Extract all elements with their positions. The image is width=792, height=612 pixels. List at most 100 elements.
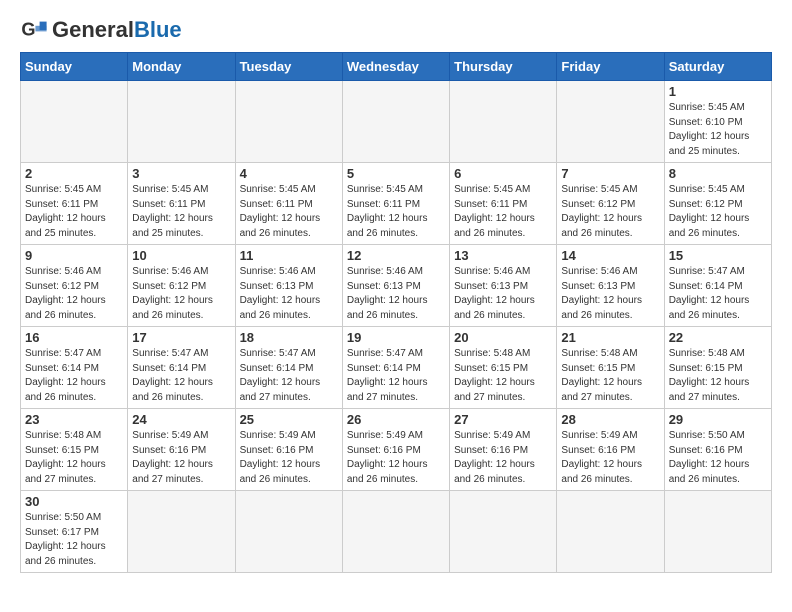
- calendar-cell: 24 Sunrise: 5:49 AM Sunset: 6:16 PM Dayli…: [128, 409, 235, 491]
- calendar-cell: [450, 491, 557, 573]
- day-info: Sunrise: 5:50 AM Sunset: 6:17 PM Dayligh…: [25, 511, 123, 569]
- calendar-cell: 30 Sunrise: 5:50 AM Sunset: 6:17 PM Dayli…: [21, 491, 128, 573]
- calendar-header-row: SundayMondayTuesdayWednesdayThursdayFrid…: [21, 53, 772, 81]
- day-info: Sunrise: 5:46 AM Sunset: 6:12 PM Dayligh…: [25, 265, 123, 323]
- calendar-cell: 12Sunrise: 5:46 AM Sunset: 6:13 PM Dayli…: [342, 245, 449, 327]
- weekday-header-wednesday: Wednesday: [342, 53, 449, 81]
- day-info: Sunrise: 5:49 AM Sunset: 6:16 PM Dayligh…: [561, 429, 659, 487]
- calendar-cell: 23 Sunrise: 5:48 AM Sunset: 6:15 PM Dayli…: [21, 409, 128, 491]
- day-number: 1: [669, 84, 767, 99]
- day-info: Sunrise: 5:45 AM Sunset: 6:11 PM Dayligh…: [25, 183, 123, 241]
- day-info: Sunrise: 5:50 AM Sunset: 6:16 PM Dayligh…: [669, 429, 767, 487]
- calendar-cell: 26 Sunrise: 5:49 AM Sunset: 6:16 PM Dayli…: [342, 409, 449, 491]
- calendar-cell: 3Sunrise: 5:45 AM Sunset: 6:11 PM Daylig…: [128, 163, 235, 245]
- day-number: 14: [561, 248, 659, 263]
- day-number: 27: [454, 412, 552, 427]
- day-number: 24: [132, 412, 230, 427]
- day-number: 3: [132, 166, 230, 181]
- calendar-cell: 17Sunrise: 5:47 AM Sunset: 6:14 PM Dayli…: [128, 327, 235, 409]
- day-info: Sunrise: 5:46 AM Sunset: 6:13 PM Dayligh…: [240, 265, 338, 323]
- calendar-week-row: 9 Sunrise: 5:46 AM Sunset: 6:12 PM Daylig…: [21, 245, 772, 327]
- calendar-cell: [21, 81, 128, 163]
- calendar-cell: 19 Sunrise: 5:47 AM Sunset: 6:14 PM Dayli…: [342, 327, 449, 409]
- logo: G GeneralBlue: [20, 16, 182, 44]
- calendar-cell: [128, 81, 235, 163]
- day-number: 22: [669, 330, 767, 345]
- day-info: Sunrise: 5:49 AM Sunset: 6:16 PM Dayligh…: [132, 429, 230, 487]
- day-number: 20: [454, 330, 552, 345]
- day-info: Sunrise: 5:49 AM Sunset: 6:16 PM Dayligh…: [347, 429, 445, 487]
- day-number: 12: [347, 248, 445, 263]
- day-number: 7: [561, 166, 659, 181]
- day-number: 15: [669, 248, 767, 263]
- calendar-cell: 18Sunrise: 5:47 AM Sunset: 6:14 PM Dayli…: [235, 327, 342, 409]
- weekday-header-tuesday: Tuesday: [235, 53, 342, 81]
- calendar-week-row: 16 Sunrise: 5:47 AM Sunset: 6:14 PM Dayli…: [21, 327, 772, 409]
- day-info: Sunrise: 5:47 AM Sunset: 6:14 PM Dayligh…: [347, 347, 445, 405]
- day-info: Sunrise: 5:47 AM Sunset: 6:14 PM Dayligh…: [25, 347, 123, 405]
- day-info: Sunrise: 5:45 AM Sunset: 6:12 PM Dayligh…: [669, 183, 767, 241]
- calendar-cell: 27Sunrise: 5:49 AM Sunset: 6:16 PM Dayli…: [450, 409, 557, 491]
- day-info: Sunrise: 5:47 AM Sunset: 6:14 PM Dayligh…: [669, 265, 767, 323]
- day-number: 16: [25, 330, 123, 345]
- calendar-cell: 10Sunrise: 5:46 AM Sunset: 6:12 PM Dayli…: [128, 245, 235, 327]
- weekday-header-sunday: Sunday: [21, 53, 128, 81]
- day-number: 19: [347, 330, 445, 345]
- day-info: Sunrise: 5:49 AM Sunset: 6:16 PM Dayligh…: [240, 429, 338, 487]
- calendar-cell: 9 Sunrise: 5:46 AM Sunset: 6:12 PM Daylig…: [21, 245, 128, 327]
- day-number: 28: [561, 412, 659, 427]
- calendar-cell: [235, 491, 342, 573]
- calendar-cell: 6 Sunrise: 5:45 AM Sunset: 6:11 PM Daylig…: [450, 163, 557, 245]
- calendar-cell: 22 Sunrise: 5:48 AM Sunset: 6:15 PM Dayli…: [664, 327, 771, 409]
- day-number: 25: [240, 412, 338, 427]
- weekday-header-friday: Friday: [557, 53, 664, 81]
- day-info: Sunrise: 5:48 AM Sunset: 6:15 PM Dayligh…: [454, 347, 552, 405]
- calendar-cell: 8 Sunrise: 5:45 AM Sunset: 6:12 PM Daylig…: [664, 163, 771, 245]
- day-number: 29: [669, 412, 767, 427]
- day-number: 23: [25, 412, 123, 427]
- day-number: 26: [347, 412, 445, 427]
- calendar-cell: [235, 81, 342, 163]
- weekday-header-monday: Monday: [128, 53, 235, 81]
- calendar-cell: 1 Sunrise: 5:45 AM Sunset: 6:10 PM Daylig…: [664, 81, 771, 163]
- calendar-week-row: 23 Sunrise: 5:48 AM Sunset: 6:15 PM Dayli…: [21, 409, 772, 491]
- calendar-cell: 11 Sunrise: 5:46 AM Sunset: 6:13 PM Dayli…: [235, 245, 342, 327]
- calendar-cell: [342, 491, 449, 573]
- day-number: 17: [132, 330, 230, 345]
- day-info: Sunrise: 5:48 AM Sunset: 6:15 PM Dayligh…: [25, 429, 123, 487]
- calendar-cell: [342, 81, 449, 163]
- day-number: 30: [25, 494, 123, 509]
- day-info: Sunrise: 5:48 AM Sunset: 6:15 PM Dayligh…: [669, 347, 767, 405]
- day-info: Sunrise: 5:45 AM Sunset: 6:10 PM Dayligh…: [669, 101, 767, 159]
- calendar-cell: [557, 81, 664, 163]
- day-number: 4: [240, 166, 338, 181]
- day-number: 11: [240, 248, 338, 263]
- calendar-cell: 13Sunrise: 5:46 AM Sunset: 6:13 PM Dayli…: [450, 245, 557, 327]
- calendar-table: SundayMondayTuesdayWednesdayThursdayFrid…: [20, 52, 772, 573]
- day-number: 8: [669, 166, 767, 181]
- svg-text:G: G: [21, 20, 35, 40]
- page-header: G GeneralBlue: [20, 16, 772, 44]
- weekday-header-thursday: Thursday: [450, 53, 557, 81]
- day-number: 5: [347, 166, 445, 181]
- day-info: Sunrise: 5:45 AM Sunset: 6:11 PM Dayligh…: [454, 183, 552, 241]
- calendar-cell: 21Sunrise: 5:48 AM Sunset: 6:15 PM Dayli…: [557, 327, 664, 409]
- calendar-cell: [557, 491, 664, 573]
- logo-text: GeneralBlue: [52, 19, 182, 41]
- calendar-week-row: 30 Sunrise: 5:50 AM Sunset: 6:17 PM Dayli…: [21, 491, 772, 573]
- calendar-cell: [664, 491, 771, 573]
- calendar-cell: [450, 81, 557, 163]
- calendar-week-row: 2 Sunrise: 5:45 AM Sunset: 6:11 PM Daylig…: [21, 163, 772, 245]
- day-info: Sunrise: 5:45 AM Sunset: 6:12 PM Dayligh…: [561, 183, 659, 241]
- calendar-cell: [128, 491, 235, 573]
- day-number: 10: [132, 248, 230, 263]
- day-number: 6: [454, 166, 552, 181]
- weekday-header-saturday: Saturday: [664, 53, 771, 81]
- day-number: 2: [25, 166, 123, 181]
- calendar-cell: 2 Sunrise: 5:45 AM Sunset: 6:11 PM Daylig…: [21, 163, 128, 245]
- day-info: Sunrise: 5:46 AM Sunset: 6:13 PM Dayligh…: [561, 265, 659, 323]
- day-info: Sunrise: 5:47 AM Sunset: 6:14 PM Dayligh…: [240, 347, 338, 405]
- day-number: 9: [25, 248, 123, 263]
- calendar-cell: 7 Sunrise: 5:45 AM Sunset: 6:12 PM Daylig…: [557, 163, 664, 245]
- day-info: Sunrise: 5:48 AM Sunset: 6:15 PM Dayligh…: [561, 347, 659, 405]
